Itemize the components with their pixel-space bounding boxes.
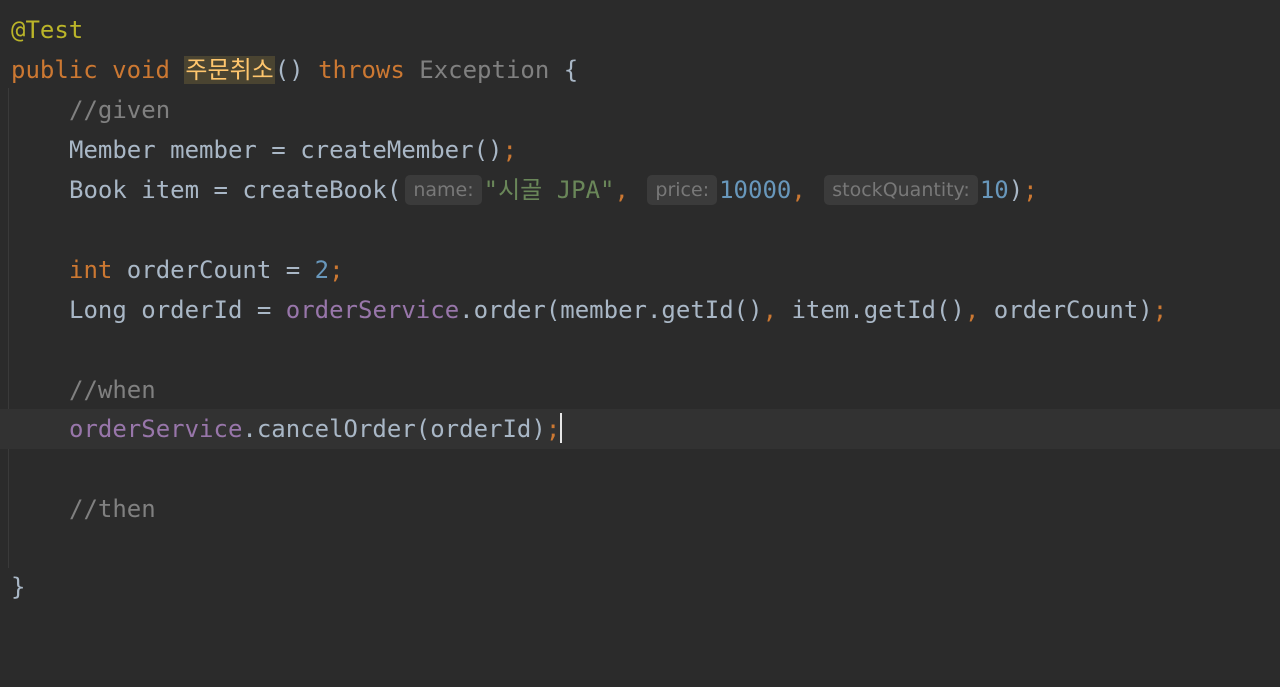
code-line-book[interactable]: Book item = createBook(name: "시골 JPA", pr… <box>0 170 1280 210</box>
annotation-test: @Test <box>11 16 84 44</box>
code-editor[interactable]: @Test public void 주문취소() throws Exceptio… <box>0 0 1280 629</box>
semicolon: ; <box>329 256 344 284</box>
comma: , <box>964 296 980 324</box>
text-caret <box>560 413 563 443</box>
keyword-throws: throws <box>318 56 405 84</box>
comma: , <box>762 296 778 324</box>
code-line-cancel-order[interactable]: orderService.cancelOrder(orderId); <box>0 409 1280 449</box>
semicolon: ; <box>502 136 517 164</box>
comma: , <box>614 176 629 204</box>
order-id-prefix: Long orderId = <box>69 296 286 324</box>
code-line-comment-given[interactable]: //given <box>0 90 1280 130</box>
order-count-statement: orderCount = <box>112 256 315 284</box>
book-statement-prefix: Book item = createBook( <box>69 176 402 204</box>
code-line-order-id[interactable]: Long orderId = orderService.order(member… <box>0 290 1280 330</box>
comment-when: //when <box>69 376 156 404</box>
keyword-void: void <box>112 56 170 84</box>
param-hint-stock-quantity: stockQuantity: <box>824 175 978 205</box>
field-order-service: orderService <box>69 415 243 443</box>
number-order-count: 2 <box>314 256 330 284</box>
semicolon: ; <box>1023 176 1038 204</box>
method-parens: () <box>274 56 304 84</box>
code-line-comment-when[interactable]: //when <box>0 370 1280 410</box>
keyword-int: int <box>69 256 113 284</box>
order-call: .order(member.getId() <box>459 296 763 324</box>
keyword-public: public <box>11 56 98 84</box>
comma: , <box>791 176 806 204</box>
code-line-close-brace[interactable]: } <box>0 567 1280 607</box>
exception-type: Exception <box>419 56 550 84</box>
member-statement: Member member = createMember() <box>69 136 503 164</box>
cancel-order-call: .cancelOrder(orderId) <box>242 415 546 443</box>
code-line-member[interactable]: Member member = createMember(); <box>0 130 1280 170</box>
semicolon: ; <box>545 415 561 443</box>
open-brace: { <box>563 56 579 84</box>
code-line-comment-then[interactable]: //then <box>0 489 1280 529</box>
comment-then: //then <box>69 495 156 523</box>
close-brace: } <box>11 573 26 601</box>
param-hint-price: price: <box>647 175 718 205</box>
method-name: 주문취소 <box>184 56 275 84</box>
param-hint-name: name: <box>405 175 482 205</box>
field-order-service: orderService <box>285 296 460 324</box>
semicolon: ; <box>1152 296 1168 324</box>
close-paren: ) <box>1008 176 1024 204</box>
comment-given: //given <box>69 96 171 124</box>
number-arg-price: 10000 <box>719 176 792 204</box>
code-line-signature[interactable]: public void 주문취소() throws Exception { <box>0 50 1280 90</box>
code-line-annotation[interactable]: @Test <box>0 10 1280 50</box>
number-arg-stock: 10 <box>979 176 1009 204</box>
order-call-arg2: item.getId() <box>777 296 965 324</box>
order-call-arg3: orderCount) <box>979 296 1153 324</box>
string-arg-name: "시골 JPA" <box>483 176 615 204</box>
code-line-order-count[interactable]: int orderCount = 2; <box>0 250 1280 290</box>
